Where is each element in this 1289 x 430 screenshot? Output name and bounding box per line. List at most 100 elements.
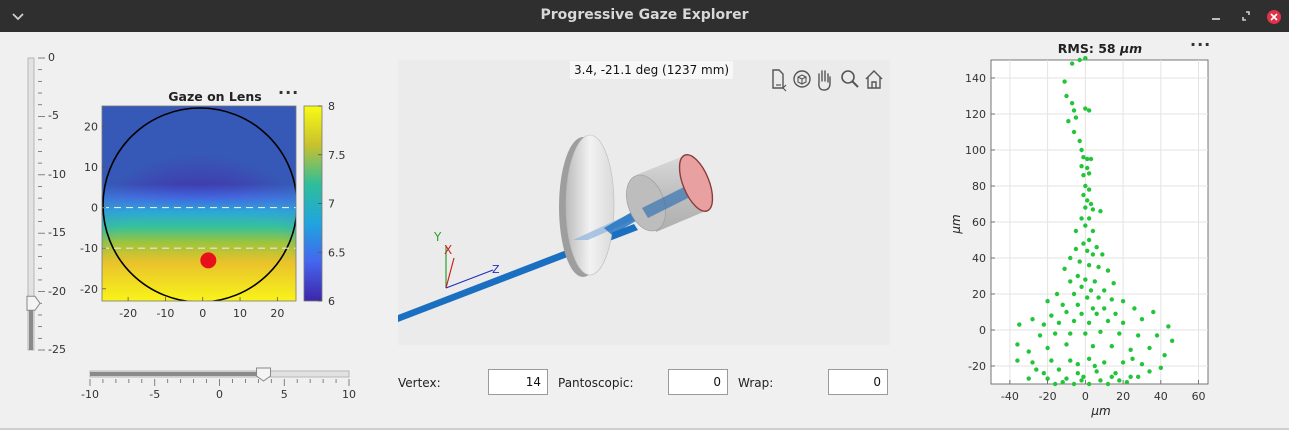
colorbar-tick-label: 6.5 — [328, 246, 346, 259]
axis-label-y: Y — [433, 230, 442, 244]
spot-point — [1109, 297, 1114, 302]
spot-point — [1086, 171, 1092, 176]
spot-y-tick-label: 20 — [972, 288, 986, 301]
spot-point — [1064, 342, 1069, 347]
spot-point — [1098, 329, 1103, 334]
spot-point — [1066, 119, 1071, 124]
spot-point — [1111, 281, 1116, 286]
spot-point — [1109, 344, 1114, 349]
spot-point — [1100, 252, 1105, 257]
spot-point — [1102, 306, 1107, 311]
close-icon[interactable] — [1262, 4, 1286, 28]
spot-point — [1154, 333, 1160, 338]
spot-point — [1071, 108, 1077, 113]
spot-point — [1128, 347, 1133, 352]
spot-point — [1085, 156, 1090, 162]
spot-point — [1132, 306, 1137, 311]
zoom-icon[interactable] — [841, 70, 859, 88]
spot-point — [1086, 381, 1092, 387]
spot-point — [1120, 360, 1126, 365]
spot-point — [1056, 367, 1062, 372]
gaze-x-tick-label: -10 — [156, 307, 174, 320]
spot-point — [1064, 309, 1069, 315]
pan-hand-icon[interactable] — [818, 70, 831, 91]
spot-point — [1052, 381, 1058, 387]
spot-point — [1113, 311, 1118, 316]
home-icon[interactable] — [865, 70, 883, 89]
spot-point — [1098, 378, 1103, 383]
gaze-y-tick-label: -20 — [80, 283, 98, 296]
spot-diagram-plot[interactable]: -40 -20 0 20 40 60 140 120 100 80 60 40 20 0 -20 μm μ… — [946, 56, 1216, 424]
horizontal-slider[interactable]: -10 -5 0 5 10 — [80, 364, 360, 404]
spot-point — [1079, 147, 1084, 153]
gaze-y-tick-label: 10 — [84, 161, 98, 174]
spot-point — [1060, 380, 1065, 385]
spot-point — [1094, 245, 1099, 250]
horizontal-slider-tick-label: 5 — [280, 388, 288, 401]
spot-point — [1117, 331, 1122, 336]
restore-icon[interactable] — [1234, 4, 1258, 28]
spot-point — [1041, 371, 1047, 376]
rotate-3d-icon[interactable] — [793, 70, 811, 88]
wrap-input[interactable] — [828, 369, 888, 395]
spot-point — [1117, 378, 1122, 383]
horizontal-slider-tick-label: -10 — [81, 388, 99, 401]
spot-point — [1102, 288, 1107, 293]
spot-point — [1081, 374, 1086, 379]
spot-point — [1083, 223, 1088, 228]
vertical-slider[interactable]: 0 -5 -10 -15 -20 -25 — [18, 50, 68, 360]
spot-point — [1079, 216, 1084, 221]
spot-point — [1064, 93, 1069, 99]
vertical-slider-thumb[interactable] — [26, 295, 41, 311]
gaze-on-lens-plot[interactable]: -20 -10 0 10 20 20 10 0 -10 -20 8 7.5 7 6.5 6 — [76, 100, 366, 325]
spot-point — [1162, 353, 1167, 358]
spot-point — [1090, 207, 1096, 212]
spot-point — [1062, 266, 1067, 271]
spot-point — [1075, 273, 1080, 279]
spot-point — [1069, 101, 1075, 106]
colorbar-tick-label: 7 — [328, 198, 335, 211]
spot-point — [1105, 268, 1111, 273]
spot-point — [1071, 291, 1077, 297]
spot-point — [1068, 279, 1073, 284]
spot-point — [1135, 374, 1141, 379]
spot-point — [1045, 345, 1050, 351]
horizontal-slider-fill — [90, 372, 264, 376]
vertical-slider-tick-label: -20 — [48, 284, 66, 298]
spot-point — [1113, 371, 1118, 376]
pantoscopic-input[interactable] — [668, 369, 728, 395]
spot-point — [1073, 246, 1079, 252]
view-angle-readout: 3.4, -21.1 deg (1237 mm) — [570, 61, 734, 79]
spot-point — [1120, 299, 1126, 304]
spot-point — [1086, 263, 1092, 268]
gaze-point-marker[interactable] — [200, 252, 217, 269]
gaze-y-tick-label: 0 — [91, 202, 98, 215]
spot-point — [1139, 317, 1145, 322]
spot-point — [1090, 344, 1096, 349]
spot-panel-menu-icon[interactable]: ··· — [1190, 35, 1211, 54]
spot-point — [1135, 333, 1141, 338]
spot-point — [1083, 183, 1088, 189]
spot-point — [1083, 205, 1088, 210]
colorbar-tick-label: 8 — [328, 100, 335, 113]
vertex-input[interactable] — [488, 369, 548, 395]
minimize-icon[interactable] — [1204, 4, 1228, 28]
spot-point — [1092, 363, 1097, 369]
spot-point — [1151, 309, 1156, 315]
spot-point — [1049, 313, 1054, 318]
spot-point — [1056, 320, 1062, 325]
spot-point — [1052, 331, 1058, 336]
wrap-label: Wrap: — [738, 376, 774, 390]
rms-title-text: RMS: 58 — [1057, 41, 1120, 56]
colorbar-tick-label: 6 — [328, 295, 335, 308]
spot-point — [1090, 228, 1096, 234]
spot-point — [1071, 381, 1077, 387]
export-icon[interactable] — [772, 69, 787, 92]
spot-point — [1069, 61, 1075, 66]
vertical-slider-tick-label: -25 — [48, 343, 66, 356]
spot-point — [1090, 306, 1096, 311]
spot-point — [1085, 198, 1090, 203]
spot-point — [1088, 156, 1094, 162]
scene-3d-view[interactable]: Y X Z 3.4, -21.1 deg (1237 mm) — [398, 60, 890, 345]
spot-point — [1083, 106, 1088, 111]
